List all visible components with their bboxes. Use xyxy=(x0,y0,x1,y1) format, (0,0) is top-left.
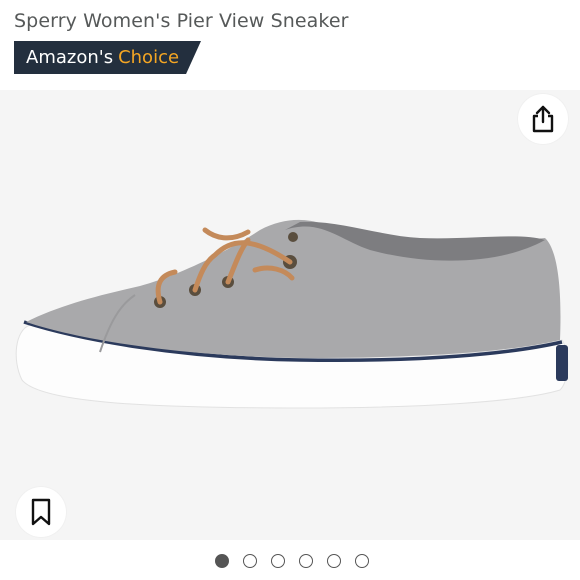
pagination-dot[interactable] xyxy=(326,554,341,568)
image-pagination xyxy=(0,550,580,572)
badge-accent: Choice xyxy=(118,47,180,68)
share-icon xyxy=(532,105,554,133)
pagination-dot[interactable] xyxy=(354,554,369,568)
amazons-choice-badge[interactable]: Amazon's Choice xyxy=(14,41,201,74)
product-image[interactable] xyxy=(0,90,580,540)
product-title: Sperry Women's Pier View Sneaker xyxy=(14,10,349,32)
pagination-dot[interactable] xyxy=(270,554,285,568)
pagination-dot[interactable] xyxy=(298,554,313,568)
bookmark-icon xyxy=(31,498,51,526)
share-button[interactable] xyxy=(518,94,568,144)
pagination-dot[interactable] xyxy=(242,554,257,568)
save-button[interactable] xyxy=(16,487,66,537)
badge-prefix: Amazon's xyxy=(26,47,114,68)
pagination-dot[interactable] xyxy=(214,554,229,568)
